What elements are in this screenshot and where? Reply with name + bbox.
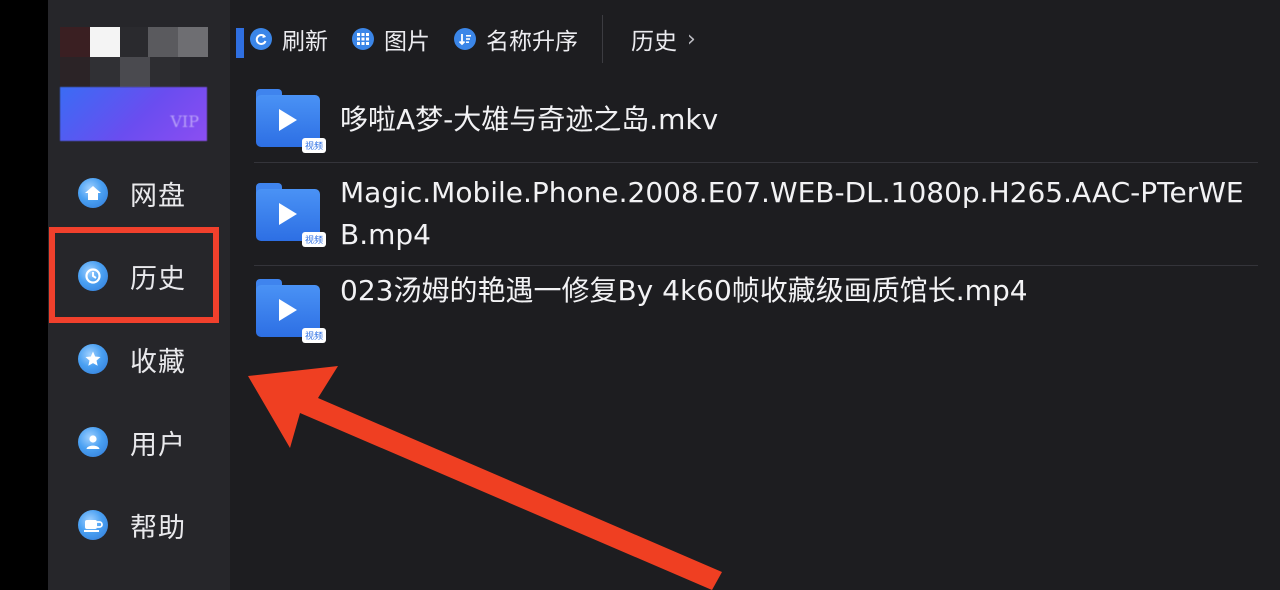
breadcrumb[interactable]: 历史 › — [631, 22, 696, 56]
file-type-tag: 视频 — [301, 232, 326, 247]
file-name: 哆啦A梦-大雄与奇迹之岛.mkv — [340, 103, 719, 136]
list-item[interactable]: 视频 023汤姆的艳遇一修复By 4k60帧收藏级画质馆长.mp4 — [254, 266, 1258, 346]
grid-icon — [352, 28, 374, 50]
list-item[interactable]: 视频 Magic.Mobile.Phone.2008.E07.WEB-DL.10… — [254, 163, 1258, 266]
sort-icon — [454, 28, 476, 50]
sidebar-item-label: 收藏 — [130, 346, 186, 378]
list-item[interactable]: 视频 哆啦A梦-大雄与奇迹之岛.mkv — [254, 78, 1258, 163]
sidebar-item-netdisk[interactable]: 网盘 — [78, 173, 186, 213]
home-icon — [78, 178, 108, 208]
toolbar: 刷新 图片 名称升序 历史 › — [236, 14, 696, 64]
breadcrumb-label: 历史 — [631, 29, 677, 55]
sidebar-item-label: 网盘 — [130, 180, 186, 212]
sidebar-item-user[interactable]: 用户 — [78, 422, 186, 462]
refresh-button[interactable]: 刷新 — [250, 22, 328, 56]
sidebar-item-help[interactable]: 帮助 — [78, 505, 186, 545]
sort-button[interactable]: 名称升序 — [454, 22, 578, 56]
images-label: 图片 — [384, 29, 430, 55]
file-name-line2: B.mp4 — [340, 218, 431, 251]
file-type-tag: 视频 — [301, 138, 326, 153]
sidebar-item-favorites[interactable]: 收藏 — [78, 339, 186, 379]
vip-text: VIP — [170, 112, 199, 131]
refresh-label: 刷新 — [282, 29, 328, 55]
sort-label: 名称升序 — [486, 29, 578, 55]
sidebar-item-label: 用户 — [130, 429, 186, 461]
play-icon — [279, 203, 297, 225]
highlight-box — [49, 227, 219, 323]
vip-banner[interactable]: VIP — [60, 87, 207, 141]
user-icon — [78, 427, 108, 457]
video-file-icon: 视频 — [256, 183, 326, 247]
chevron-right-icon: › — [687, 26, 696, 52]
refresh-icon — [250, 28, 272, 50]
file-type-tag: 视频 — [301, 328, 326, 343]
toolbar-divider — [602, 15, 603, 63]
file-list: 视频 哆啦A梦-大雄与奇迹之岛.mkv 视频 Magic.Mobile.Phon… — [254, 78, 1258, 346]
cup-icon — [78, 510, 108, 540]
sidebar-item-label: 帮助 — [130, 512, 186, 544]
play-icon — [279, 109, 297, 131]
play-icon — [279, 299, 297, 321]
file-name: 023汤姆的艳遇一修复By 4k60帧收藏级画质馆长.mp4 — [340, 274, 1028, 307]
images-button[interactable]: 图片 — [352, 22, 430, 56]
video-file-icon: 视频 — [256, 89, 326, 153]
star-icon — [78, 344, 108, 374]
file-name-line1: Magic.Mobile.Phone.2008.E07.WEB-DL.1080p… — [340, 176, 1244, 209]
video-file-icon: 视频 — [256, 279, 326, 343]
